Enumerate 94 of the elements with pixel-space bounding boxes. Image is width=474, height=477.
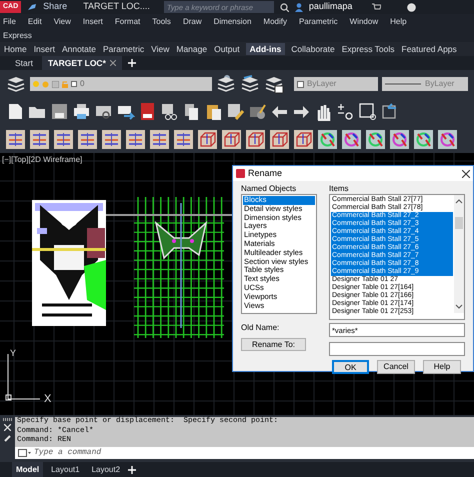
menu-item[interactable]: Dimension — [214, 15, 252, 28]
layout-tab[interactable]: Layout1 — [47, 464, 84, 476]
layout-tab[interactable]: Layout2 — [88, 464, 124, 476]
ribbon-tab[interactable]: Express Tools — [340, 42, 396, 56]
document-title: TARGET LOC.... — [83, 0, 150, 14]
zoom-previous-icon[interactable] — [380, 102, 399, 121]
ribbon-tab[interactable]: Annotate — [60, 42, 97, 56]
axis-label: Y — [10, 347, 16, 360]
ribbon-tab[interactable]: Home — [3, 42, 28, 56]
cart-icon[interactable] — [372, 3, 382, 11]
menu-item[interactable]: Help — [390, 15, 407, 28]
swirl-tool-icon[interactable] — [366, 130, 385, 148]
linetype-name: ByLayer — [425, 78, 454, 90]
plane-tool-icon[interactable] — [126, 130, 145, 148]
add-tab-icon[interactable] — [128, 59, 136, 67]
layer-name: 0 — [80, 78, 84, 90]
search-icon[interactable] — [280, 2, 289, 12]
axis-label: X — [44, 392, 52, 407]
close-icon[interactable] — [462, 170, 470, 178]
dialog-button[interactable]: OK — [332, 360, 369, 374]
swirl-tool-icon[interactable] — [318, 130, 337, 148]
line-sample-icon[interactable] — [385, 82, 421, 86]
field-label: Old Name: — [241, 322, 280, 334]
save-icon[interactable] — [50, 102, 69, 121]
box-tool-icon[interactable] — [246, 130, 265, 148]
menu-item[interactable]: Window — [350, 15, 378, 28]
dialog-title: Rename — [248, 166, 284, 180]
ribbon-tab[interactable]: Parametric — [102, 42, 146, 56]
color-swatch-icon[interactable] — [71, 81, 77, 87]
menu-item[interactable]: Edit — [28, 15, 42, 28]
user-name[interactable]: paullimapa — [308, 0, 352, 14]
list-label: Items — [329, 184, 350, 194]
printer-icon[interactable] — [72, 102, 91, 121]
plane-tool-icon[interactable] — [174, 130, 193, 148]
layer-previous-icon[interactable] — [240, 74, 260, 94]
plane-tool-icon[interactable] — [30, 130, 49, 148]
new-name-field[interactable] — [329, 342, 465, 356]
box-tool-icon[interactable] — [270, 130, 289, 148]
menu-item[interactable]: Format — [114, 15, 140, 28]
layer-states-icon[interactable] — [264, 74, 284, 94]
plane-tool-icon[interactable] — [6, 130, 25, 148]
viewport-label[interactable]: [−][Top][2D Wireframe] — [2, 154, 82, 166]
plane-tool-icon[interactable] — [102, 130, 121, 148]
menu-item[interactable]: Modify — [263, 15, 287, 28]
user-icon[interactable] — [294, 2, 303, 12]
plane-tool-icon[interactable] — [54, 130, 73, 148]
plane-tool-icon[interactable] — [78, 130, 97, 148]
scrollbar-icon[interactable] — [454, 195, 464, 313]
menu-item[interactable]: Insert — [82, 15, 103, 28]
list-label: Named Objects — [241, 184, 298, 194]
layer-stack-icon[interactable] — [6, 74, 26, 94]
color-swatch-icon[interactable] — [297, 80, 304, 88]
ribbon-tab[interactable]: Featured Apps — [400, 42, 458, 56]
items-list[interactable] — [329, 194, 465, 320]
site-plan-drawing[interactable] — [32, 200, 106, 326]
layout-tab[interactable]: Model — [12, 462, 44, 477]
menu-item[interactable]: Draw — [182, 15, 202, 28]
box-tool-icon[interactable] — [222, 130, 241, 148]
cut-icon[interactable] — [160, 102, 179, 121]
dialog-button[interactable]: Cancel — [377, 360, 415, 374]
paste-icon[interactable] — [204, 102, 223, 121]
swirl-tool-icon[interactable] — [438, 130, 457, 148]
copy-icon[interactable] — [182, 102, 201, 121]
menu-item[interactable]: Parametric — [298, 15, 338, 28]
add-tab-icon[interactable] — [128, 466, 136, 474]
color-name: ByLayer — [307, 78, 336, 90]
share-button[interactable]: Share — [43, 0, 68, 14]
command-prompt-icon[interactable] — [18, 449, 31, 457]
ribbon-tab[interactable]: View — [150, 42, 170, 56]
rename-button[interactable]: Rename To: — [241, 338, 306, 351]
pdf-icon[interactable] — [138, 102, 157, 121]
ribbon-tab[interactable]: Manage — [175, 42, 208, 56]
swirl-tool-icon[interactable] — [390, 130, 409, 148]
plane-tool-icon[interactable] — [150, 130, 169, 148]
menu-item[interactable]: File — [3, 15, 16, 28]
document-tab[interactable]: TARGET LOC* — [42, 56, 122, 70]
document-tab[interactable]: Start — [12, 56, 36, 70]
zoom-window-icon[interactable] — [358, 102, 377, 121]
ribbon-tab[interactable]: Collaborate — [290, 42, 336, 56]
ribbon-tab[interactable]: Add-ins — [246, 42, 286, 56]
box-tool-icon[interactable] — [198, 130, 217, 148]
menu-item[interactable]: Tools — [152, 15, 171, 28]
menu-item[interactable]: View — [54, 15, 71, 28]
ribbon-tab[interactable]: Insert — [32, 42, 56, 56]
dialog-button[interactable]: Help — [423, 360, 461, 374]
swirl-tool-icon[interactable] — [342, 130, 361, 148]
layer-person-icon[interactable] — [216, 74, 236, 94]
share-icon[interactable] — [27, 3, 38, 11]
new-file-icon[interactable] — [6, 102, 25, 121]
menu-item[interactable]: Express — [3, 28, 32, 42]
ribbon-tab[interactable]: Output — [213, 42, 241, 56]
box-tool-icon[interactable] — [294, 130, 313, 148]
grip-icon[interactable] — [2, 418, 12, 421]
swirl-tool-icon[interactable] — [414, 130, 433, 148]
